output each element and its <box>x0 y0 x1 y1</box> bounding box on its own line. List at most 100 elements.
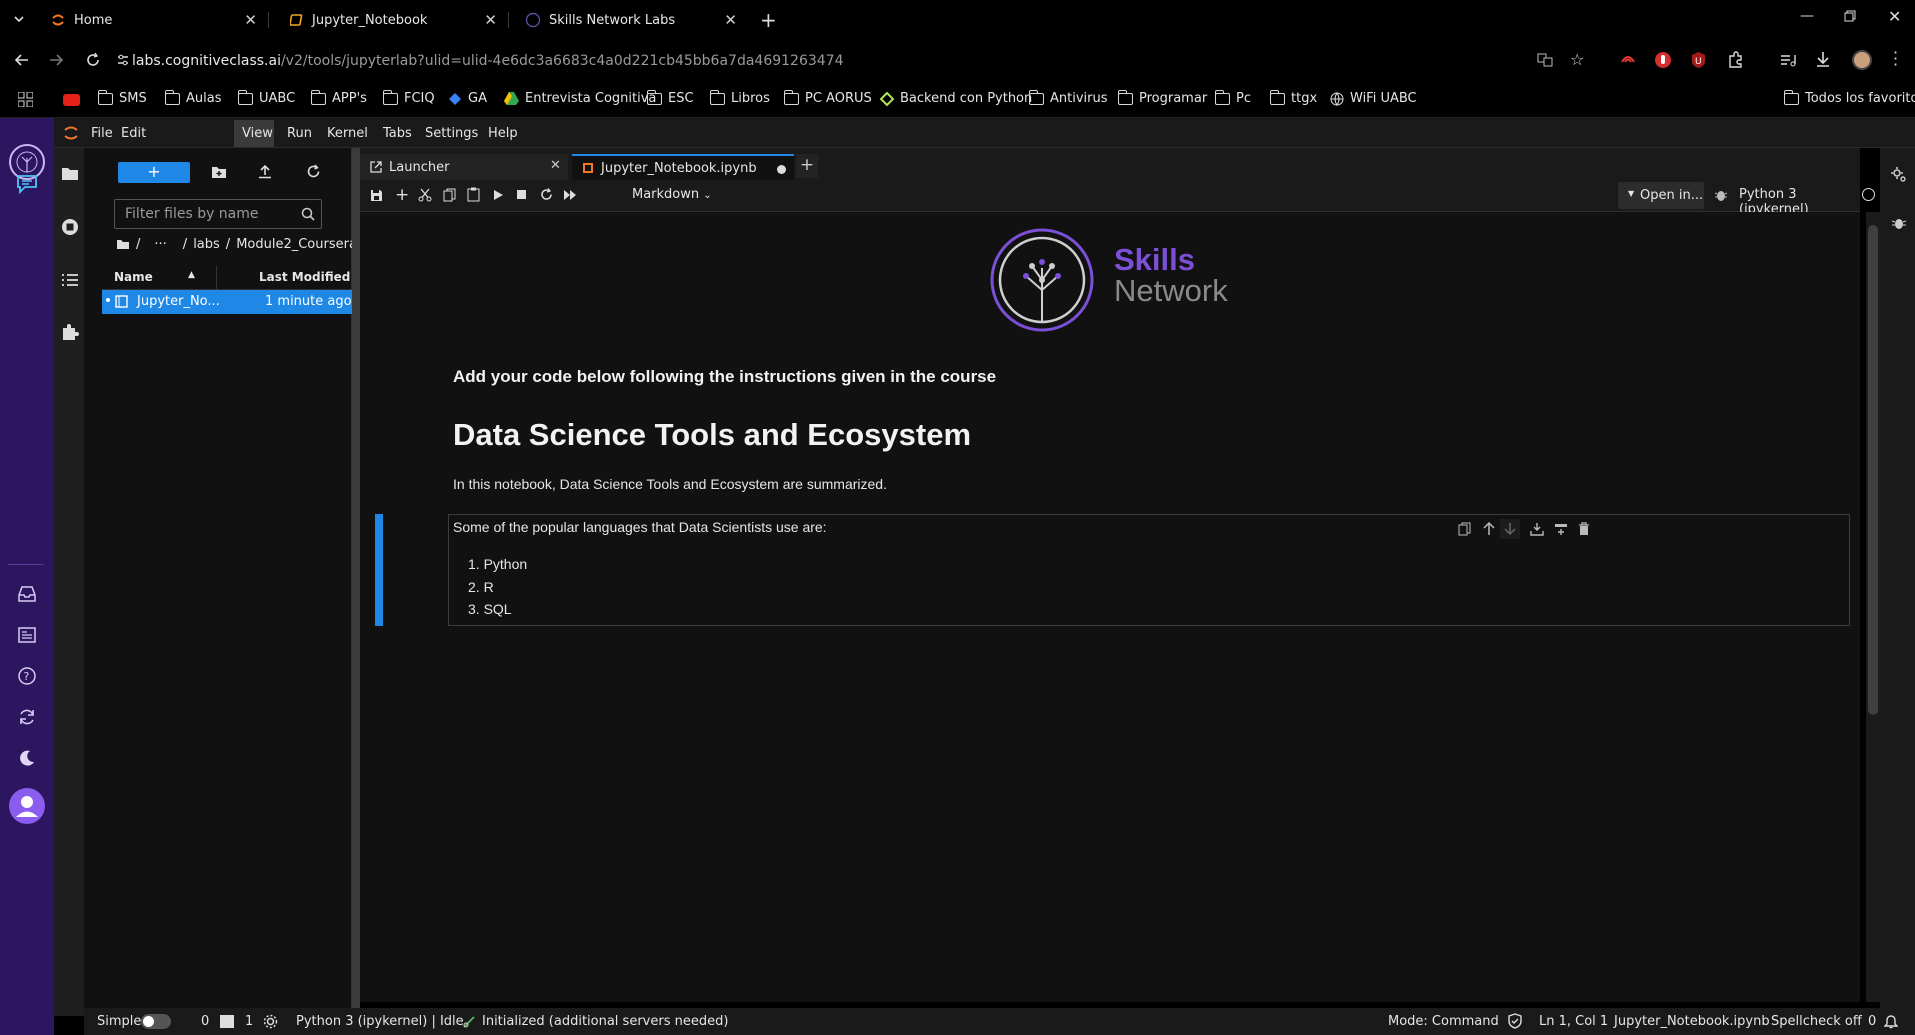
markdown-cell[interactable]: Some of the popular languages that Data … <box>448 514 1850 626</box>
home-folder-icon[interactable] <box>116 239 130 250</box>
upload-icon[interactable] <box>258 164 272 179</box>
bookmark-uabc[interactable]: UABC <box>237 89 295 106</box>
news-icon[interactable] <box>17 625 37 645</box>
bookmark-fciq[interactable]: FCIQ <box>382 89 435 106</box>
help-icon[interactable]: ? <box>17 666 37 686</box>
translate-icon[interactable] <box>1537 52 1553 68</box>
minimize-button[interactable]: — <box>1800 8 1814 24</box>
bookmark-wifi-uabc[interactable]: WiFi UABC <box>1330 91 1417 106</box>
debugger-bug-icon[interactable] <box>1714 188 1728 202</box>
sync-icon[interactable] <box>17 707 37 727</box>
menu-file[interactable]: File <box>91 126 113 141</box>
cell-type-dropdown[interactable]: Markdown ⌄ <box>632 187 712 202</box>
bookmark-esc[interactable]: ESC <box>646 89 694 106</box>
cursor-position[interactable]: Ln 1, Col 1 <box>1539 1014 1608 1029</box>
bookmark-entrevista[interactable]: Entrevista Cognitiva <box>504 91 656 106</box>
save-icon[interactable] <box>370 189 383 202</box>
refresh-icon[interactable] <box>306 164 321 179</box>
kernel-gear-icon[interactable] <box>263 1014 278 1029</box>
browser-menu-icon[interactable]: · · · <box>1893 45 1898 73</box>
bookmark-backend[interactable]: Backend con Python <box>880 91 1032 106</box>
site-info-icon[interactable] <box>116 53 130 67</box>
menu-edit[interactable]: Edit <box>121 126 146 141</box>
new-folder-icon[interactable] <box>211 166 227 179</box>
bookmark-ttgx[interactable]: ttgx <box>1269 89 1317 106</box>
close-icon[interactable]: ✕ <box>724 11 737 29</box>
tab-search-icon[interactable] <box>12 12 26 26</box>
file-browser-folder-icon[interactable] <box>61 166 79 181</box>
debugger-icon[interactable] <box>1891 215 1907 231</box>
breadcrumb-root[interactable]: / <box>136 237 140 252</box>
file-row[interactable]: Jupyter_No... 1 minute ago <box>102 290 352 314</box>
ublock-icon[interactable]: U <box>1690 51 1707 69</box>
menu-run[interactable]: Run <box>287 126 312 141</box>
restore-button[interactable] <box>1844 10 1856 22</box>
bookmark-aulas[interactable]: Aulas <box>164 89 221 106</box>
bookmark-pc-aorus[interactable]: PC AORUS <box>783 89 872 106</box>
insert-below-icon[interactable] <box>1554 522 1568 536</box>
reload-icon[interactable] <box>85 52 101 68</box>
scrollbar-thumb[interactable] <box>1868 225 1878 715</box>
back-icon[interactable] <box>14 52 30 68</box>
move-down-icon[interactable] <box>1500 519 1520 539</box>
filter-files-input[interactable] <box>115 200 295 228</box>
spellcheck-status[interactable]: Spellcheck off <box>1771 1014 1862 1029</box>
bookmark-all-favorites[interactable]: Todos los favoritos <box>1783 89 1915 106</box>
download-icon[interactable] <box>1815 51 1831 68</box>
restart-icon[interactable] <box>540 188 553 201</box>
extension-red-icon[interactable] <box>1620 52 1636 68</box>
apps-grid-icon[interactable] <box>18 92 33 107</box>
new-tab-button[interactable]: + <box>760 8 777 32</box>
copy-icon[interactable] <box>443 188 456 202</box>
kernel-status[interactable]: Python 3 (ipykernel) | Idle <box>296 1014 464 1029</box>
delete-cell-icon[interactable] <box>1578 522 1590 536</box>
insert-cell-icon[interactable]: + <box>395 185 409 205</box>
dark-mode-moon-icon[interactable] <box>18 749 36 767</box>
kernels-count[interactable]: 1 <box>245 1014 253 1029</box>
close-icon[interactable]: ✕ <box>244 11 257 29</box>
breadcrumb-ellipsis[interactable]: ··· <box>154 237 166 252</box>
youtube-icon[interactable] <box>63 94 80 106</box>
breadcrumb-labs[interactable]: labs <box>193 237 220 252</box>
run-icon[interactable] <box>493 189 504 201</box>
terminals-count[interactable]: 0 <box>201 1014 209 1029</box>
bookmark-apps[interactable]: APP's <box>310 89 367 106</box>
bookmark-libros[interactable]: Libros <box>709 89 770 106</box>
new-launcher-button[interactable]: + <box>118 162 190 183</box>
lsp-status[interactable]: Initialized (additional servers needed) <box>482 1014 728 1029</box>
filter-files-field[interactable] <box>114 199 322 229</box>
media-control-icon[interactable] <box>1780 52 1796 68</box>
forward-icon[interactable] <box>48 52 64 68</box>
extensions-puzzle-icon[interactable] <box>61 323 79 341</box>
paste-icon[interactable] <box>467 187 480 202</box>
property-inspector-gear-icon[interactable] <box>1890 166 1908 184</box>
tab-launcher[interactable]: Launcher ✕ <box>360 154 568 180</box>
cut-icon[interactable] <box>418 188 432 202</box>
stop-icon[interactable] <box>517 190 526 199</box>
insert-above-icon[interactable] <box>1530 522 1544 536</box>
bell-icon[interactable] <box>1884 1013 1898 1029</box>
inbox-icon[interactable] <box>17 584 37 604</box>
chat-icon[interactable] <box>16 174 38 194</box>
browser-tab-skills-network[interactable]: Skills Network Labs ✕ <box>515 6 745 34</box>
bookmark-star-icon[interactable]: ☆ <box>1570 50 1584 69</box>
run-all-icon[interactable] <box>563 189 577 201</box>
unsaved-dot-icon[interactable] <box>777 165 786 174</box>
extension-hand-icon[interactable] <box>1655 51 1671 69</box>
close-icon[interactable]: ✕ <box>484 11 497 29</box>
add-tab-button[interactable]: + <box>796 154 818 178</box>
table-of-contents-icon[interactable] <box>61 272 79 288</box>
breadcrumb-module[interactable]: Module2_Coursera <box>236 237 357 252</box>
menu-help[interactable]: Help <box>488 126 518 141</box>
panel-splitter[interactable] <box>352 148 360 1016</box>
browser-tab-home[interactable]: Home ✕ <box>40 6 265 34</box>
menu-tabs[interactable]: Tabs <box>383 126 412 141</box>
url-field[interactable]: labs.cognitiveclass.ai/v2/tools/jupyterl… <box>132 53 843 69</box>
column-name[interactable]: Name <box>114 270 153 284</box>
sort-ascending-icon[interactable]: ▲ <box>188 270 195 280</box>
open-in-button[interactable]: ▼ Open in... <box>1618 182 1704 209</box>
extensions-puzzle-icon[interactable] <box>1727 51 1744 68</box>
bookmark-sms[interactable]: SMS <box>97 89 147 106</box>
tab-notebook[interactable]: Jupyter_Notebook.ipynb <box>572 154 794 180</box>
column-last-modified[interactable]: Last Modified <box>259 270 350 284</box>
